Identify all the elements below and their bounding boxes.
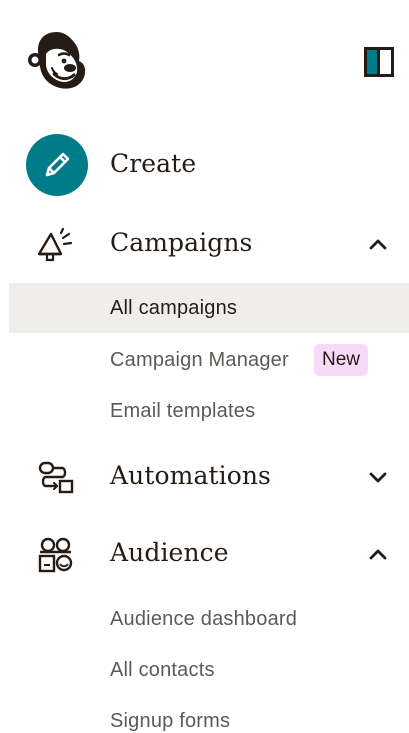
nav-item-all-contacts[interactable]: All contacts (0, 645, 409, 695)
nav-item-label: All campaigns (110, 296, 238, 319)
create-nav-item[interactable]: Create (0, 133, 409, 197)
chevron-down-icon[interactable] (367, 469, 389, 485)
chevron-up-icon[interactable] (367, 546, 389, 562)
nav-section-campaigns[interactable]: Campaigns (0, 216, 409, 272)
nav-item-audience-dashboard[interactable]: Audience dashboard (0, 594, 409, 644)
nav-item-label: All contacts (110, 658, 215, 681)
nav-item-signup-forms[interactable]: Signup forms (0, 696, 409, 733)
nav-item-label: Signup forms (110, 709, 231, 732)
nav-section-automations[interactable]: Automations (0, 449, 409, 505)
automations-label: Automations (110, 461, 271, 490)
audience-icon (38, 537, 73, 573)
new-badge: New (314, 344, 369, 376)
megaphone-icon (37, 227, 73, 262)
mailchimp-logo-icon[interactable] (24, 28, 90, 94)
nav-item-email-templates[interactable]: Email templates (0, 386, 409, 436)
nav-item-all-campaigns[interactable]: All campaigns (9, 283, 409, 333)
nav-item-label: Email templates (110, 399, 256, 422)
chevron-up-icon[interactable] (367, 236, 389, 252)
workflow-icon (38, 461, 74, 494)
create-label: Create (110, 149, 197, 178)
audience-label: Audience (110, 538, 229, 567)
nav-section-audience[interactable]: Audience (0, 526, 409, 582)
nav-item-label: Campaign Manager (110, 348, 289, 371)
create-button[interactable] (26, 134, 88, 196)
side-navigation: Create Campaigns All campaigns Campaign … (0, 0, 409, 733)
nav-item-campaign-manager[interactable]: Campaign Manager New (0, 335, 409, 385)
sidebar-toggle-icon[interactable] (364, 47, 394, 77)
campaigns-label: Campaigns (110, 228, 253, 257)
nav-item-label: Audience dashboard (110, 607, 298, 630)
pencil-icon (45, 152, 70, 177)
